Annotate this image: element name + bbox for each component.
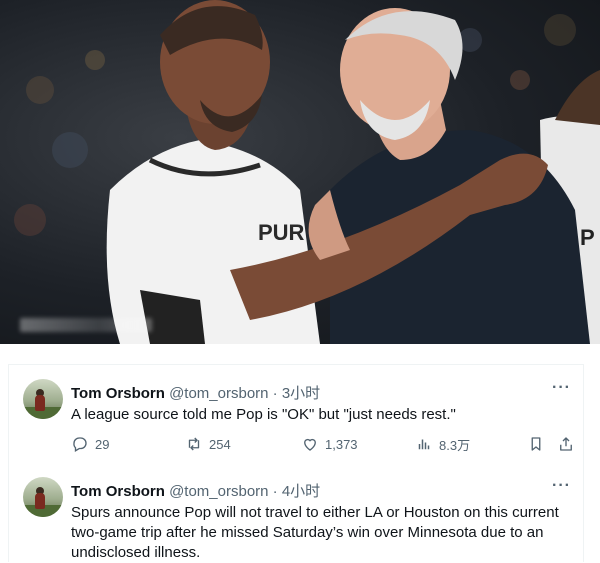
like-count: 1,373 [325,436,358,452]
avatar[interactable] [23,477,63,517]
tweet-actions: 29 254 1,373 8.3万 [71,433,575,455]
blurred-watermark [20,318,152,332]
retweet-count: 254 [209,436,231,452]
views-icon [418,439,430,450]
tweet-text: A league source told me Pop is "OK" but … [71,406,456,423]
svg-text:PUR: PUR [258,220,305,245]
author-name[interactable]: Tom Orsborn [71,385,165,402]
like-button[interactable]: 1,373 [301,433,358,455]
bookmark-icon [531,437,541,451]
author-handle[interactable]: @tom_orsborn [169,385,268,402]
separator-dot: · [272,483,278,500]
views-button[interactable]: 8.3万 [415,433,470,455]
views-count: 8.3万 [439,437,471,453]
reply-icon [73,437,87,452]
more-options-icon[interactable]: ··· [552,379,571,397]
retweet-icon [188,437,200,451]
news-photo: P PUR [0,0,600,344]
tweet-card[interactable]: Tom Orsborn @tom_orsborn · 4小时 ··· Spurs… [8,463,584,562]
avatar[interactable] [23,379,63,419]
retweet-button[interactable]: 254 [185,433,231,455]
tweet-header: Tom Orsborn @tom_orsborn · 3小时 [71,382,320,403]
svg-text:P: P [580,225,595,250]
reply-button[interactable]: 29 [71,433,109,455]
separator-dot: · [272,385,278,402]
bookmark-button[interactable] [527,433,545,455]
more-options-icon[interactable]: ··· [552,477,571,495]
tweet-card[interactable]: Tom Orsborn @tom_orsborn · 3小时 ··· A lea… [8,364,584,464]
tweet-time[interactable]: 4小时 [282,483,320,500]
reply-count: 29 [95,436,110,452]
tweet-text: Spurs announce Pop will not travel to ei… [71,504,559,561]
share-button[interactable] [557,433,575,455]
share-icon [560,437,572,451]
tweet-time[interactable]: 3小时 [282,385,320,402]
author-name[interactable]: Tom Orsborn [71,483,165,500]
spacer [0,344,600,364]
like-icon [304,438,316,451]
tweet-header: Tom Orsborn @tom_orsborn · 4小时 [71,480,320,501]
author-handle[interactable]: @tom_orsborn [169,483,268,500]
